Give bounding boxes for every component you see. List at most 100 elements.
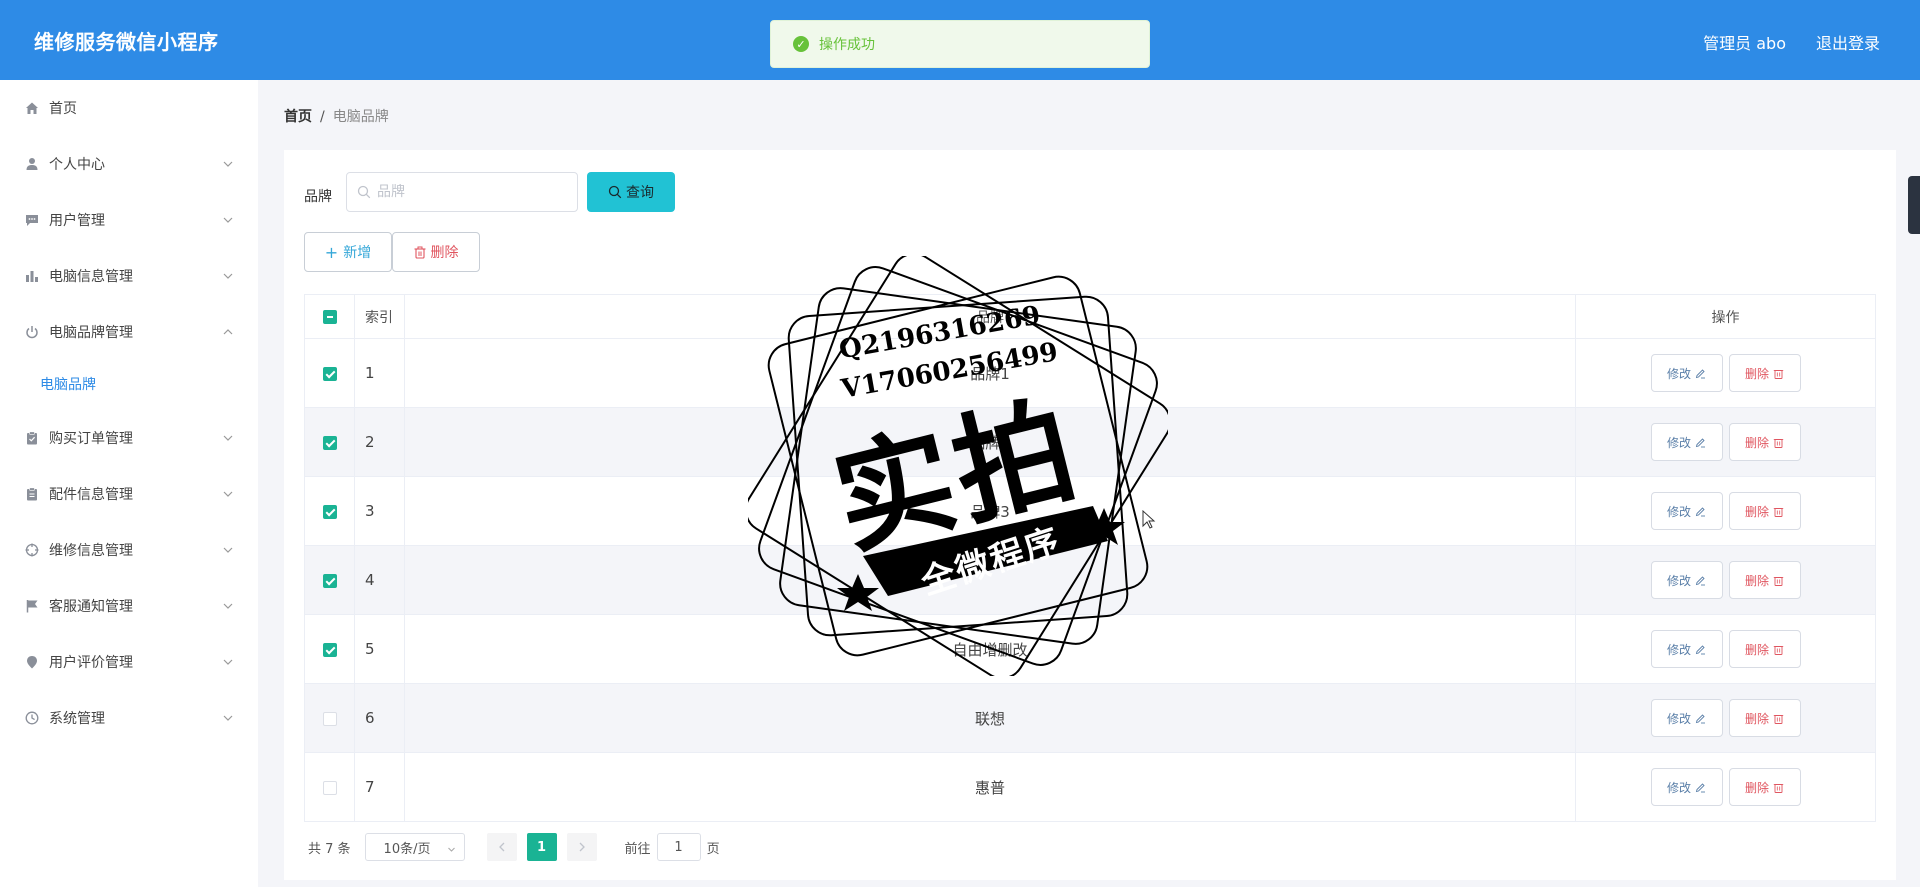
row-checkbox[interactable] bbox=[322, 435, 337, 450]
row-index: 3 bbox=[354, 476, 405, 546]
row-operations: 修改 删除 bbox=[1575, 683, 1876, 753]
row-checkbox[interactable] bbox=[322, 780, 337, 795]
select-all-checkbox[interactable] bbox=[322, 309, 337, 324]
brand-search-input[interactable] bbox=[377, 184, 557, 200]
trash-icon bbox=[1773, 645, 1784, 655]
row-select-cell bbox=[304, 683, 355, 753]
edit-button-label: 修改 bbox=[1666, 366, 1691, 381]
remove-button-label: 删除 bbox=[1744, 435, 1769, 450]
pencil-icon bbox=[1695, 782, 1705, 792]
pencil-icon bbox=[1695, 575, 1705, 585]
trash-icon bbox=[1773, 438, 1784, 448]
sidebar-item-label: 用户评价管理 bbox=[49, 655, 133, 671]
success-toast: ✓ 操作成功 bbox=[770, 20, 1150, 68]
chevron-down-icon bbox=[447, 843, 456, 852]
batch-delete-button[interactable]: 删除 bbox=[392, 232, 480, 272]
row-checkbox[interactable] bbox=[322, 573, 337, 588]
trash-icon bbox=[1773, 714, 1784, 724]
edit-button[interactable]: 修改 bbox=[1650, 630, 1723, 668]
add-button[interactable]: + 新增 bbox=[304, 232, 392, 272]
edit-button[interactable]: 修改 bbox=[1650, 768, 1723, 806]
edit-button[interactable]: 修改 bbox=[1650, 423, 1723, 461]
pagination: 共 7 条 10条/页 1 前往 页 bbox=[304, 832, 720, 862]
row-checkbox[interactable] bbox=[322, 504, 337, 519]
chevron-down-icon bbox=[222, 432, 234, 444]
add-button-label: 新增 bbox=[343, 245, 372, 261]
clipboard-icon bbox=[24, 430, 40, 446]
remove-button[interactable]: 删除 bbox=[1728, 561, 1801, 599]
sidebar-item-label: 用户管理 bbox=[49, 213, 105, 229]
row-select-cell bbox=[304, 407, 355, 477]
table-row: 6 联想 修改 删除 bbox=[304, 683, 1876, 753]
row-select-cell bbox=[304, 338, 355, 408]
breadcrumb-home[interactable]: 首页 bbox=[284, 109, 312, 125]
sidebar-item-system-management[interactable]: 系统管理 bbox=[0, 690, 258, 746]
edit-button[interactable]: 修改 bbox=[1650, 561, 1723, 599]
row-brand: 品牌1 bbox=[404, 338, 1576, 408]
remove-button[interactable]: 删除 bbox=[1728, 423, 1801, 461]
sidebar-item-label: 个人中心 bbox=[49, 157, 105, 173]
pencil-icon bbox=[1695, 713, 1705, 723]
sidebar-item-parts-info[interactable]: 配件信息管理 bbox=[0, 466, 258, 522]
page-number-current[interactable]: 1 bbox=[526, 833, 557, 861]
remove-button[interactable]: 删除 bbox=[1728, 630, 1801, 668]
edit-button[interactable]: 修改 bbox=[1650, 699, 1723, 737]
pin-icon bbox=[24, 654, 40, 670]
sidebar-item-home[interactable]: 首页 bbox=[0, 80, 258, 136]
sidebar-item-label: 电脑品牌管理 bbox=[49, 325, 133, 341]
power-icon bbox=[24, 324, 40, 340]
sidebar-item-label: 系统管理 bbox=[49, 711, 105, 727]
row-select-cell bbox=[304, 545, 355, 615]
sidebar-item-personal-center[interactable]: 个人中心 bbox=[0, 136, 258, 192]
table-row: 7 惠普 修改 删除 bbox=[304, 752, 1876, 822]
query-button-label: 查询 bbox=[626, 185, 654, 201]
pencil-icon bbox=[1695, 437, 1705, 447]
sidebar-subitem-label: 电脑品牌 bbox=[40, 377, 96, 393]
trash-icon bbox=[1773, 783, 1784, 793]
table-row: 1 品牌1 修改 删除 bbox=[304, 338, 1876, 408]
sidebar-item-customer-service[interactable]: 客服通知管理 bbox=[0, 578, 258, 634]
edit-button-label: 修改 bbox=[1666, 780, 1691, 795]
goto-label: 前往 bbox=[624, 841, 651, 857]
floating-side-widget[interactable] bbox=[1908, 176, 1920, 234]
sidebar-item-computer-info[interactable]: 电脑信息管理 bbox=[0, 248, 258, 304]
remove-button[interactable]: 删除 bbox=[1728, 492, 1801, 530]
sidebar-item-purchase-orders[interactable]: 购买订单管理 bbox=[0, 410, 258, 466]
sidebar-item-repair-info[interactable]: 维修信息管理 bbox=[0, 522, 258, 578]
admin-user-label: 管理员 abo bbox=[1703, 34, 1786, 53]
row-index: 7 bbox=[354, 752, 405, 822]
next-page-button[interactable] bbox=[566, 833, 597, 861]
clipboard-icon bbox=[24, 486, 40, 502]
chevron-down-icon bbox=[222, 488, 234, 500]
row-checkbox[interactable] bbox=[322, 366, 337, 381]
sidebar-item-brand-management[interactable]: 电脑品牌管理 bbox=[0, 304, 258, 360]
row-brand: 品牌2 bbox=[404, 407, 1576, 477]
row-select-cell bbox=[304, 614, 355, 684]
row-index: 1 bbox=[354, 338, 405, 408]
logout-link[interactable]: 退出登录 bbox=[1816, 30, 1880, 54]
page-size-select[interactable]: 10条/页 bbox=[364, 833, 465, 861]
sidebar-item-user-management[interactable]: 用户管理 bbox=[0, 192, 258, 248]
row-checkbox[interactable] bbox=[322, 711, 337, 726]
remove-button[interactable]: 删除 bbox=[1728, 768, 1801, 806]
row-brand: 自由增删改 bbox=[404, 614, 1576, 684]
trash-icon bbox=[1773, 507, 1784, 517]
remove-button[interactable]: 删除 bbox=[1728, 354, 1801, 392]
search-field[interactable] bbox=[346, 172, 578, 212]
sidebar-subitem-computer-brand[interactable]: 电脑品牌 bbox=[0, 362, 258, 406]
flag-icon bbox=[24, 598, 40, 614]
sidebar-item-user-reviews[interactable]: 用户评价管理 bbox=[0, 634, 258, 690]
table-row: 3 品牌3 修改 删除 bbox=[304, 476, 1876, 546]
remove-button[interactable]: 删除 bbox=[1728, 699, 1801, 737]
query-button[interactable]: 查询 bbox=[587, 172, 675, 212]
prev-page-button[interactable] bbox=[486, 833, 517, 861]
row-checkbox[interactable] bbox=[322, 642, 337, 657]
goto-page-input[interactable] bbox=[656, 833, 701, 861]
row-select-cell bbox=[304, 752, 355, 822]
edit-button[interactable]: 修改 bbox=[1650, 354, 1723, 392]
breadcrumb-current: 电脑品牌 bbox=[332, 109, 389, 125]
header-index: 索引 bbox=[354, 294, 405, 339]
chevron-down-icon bbox=[222, 270, 234, 282]
trash-icon bbox=[1773, 369, 1784, 379]
edit-button[interactable]: 修改 bbox=[1650, 492, 1723, 530]
